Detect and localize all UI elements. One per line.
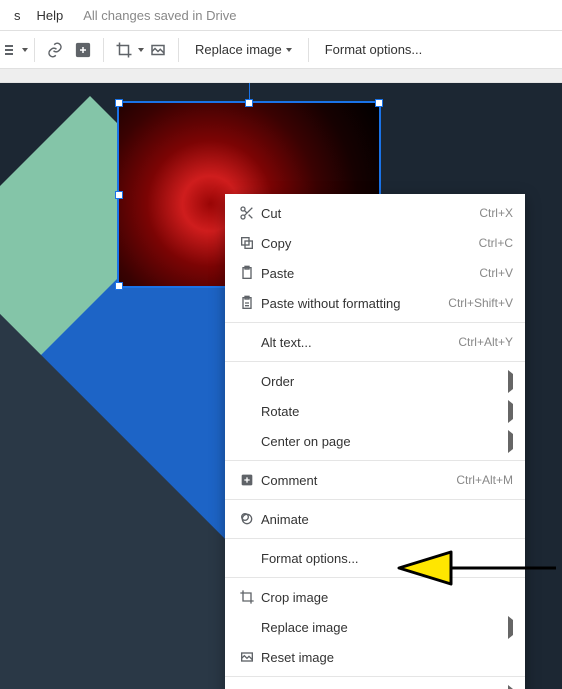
crop-icon [233, 589, 261, 605]
menu-item-partial[interactable]: s [6, 8, 29, 23]
ctx-divider [225, 676, 525, 677]
crop-icon[interactable] [110, 36, 138, 64]
ctx-label: Animate [261, 512, 513, 527]
ctx-paste[interactable]: Paste Ctrl+V [225, 258, 525, 288]
ctx-animate[interactable]: Animate [225, 504, 525, 534]
ctx-label: Reset image [261, 650, 513, 665]
ctx-divider [225, 322, 525, 323]
ctx-cut[interactable]: Cut Ctrl+X [225, 198, 525, 228]
ctx-shortcut: Ctrl+X [479, 206, 513, 220]
ctx-crop-image[interactable]: Crop image [225, 582, 525, 612]
chevron-down-icon [22, 48, 28, 52]
ctx-label: Cut [261, 206, 479, 221]
ctx-paste-without-formatting[interactable]: Paste without formatting Ctrl+Shift+V [225, 288, 525, 318]
menu-help[interactable]: Help [29, 8, 72, 23]
comment-add-icon [233, 472, 261, 488]
ctx-rotate[interactable]: Rotate [225, 396, 525, 426]
toolbar-separator [103, 38, 104, 62]
ctx-shortcut: Ctrl+C [479, 236, 513, 250]
resize-handle-mt[interactable] [245, 99, 253, 107]
resize-handle-bl[interactable] [115, 282, 123, 290]
ctx-label: Alt text... [261, 335, 458, 350]
submenu-arrow-icon [508, 404, 513, 419]
submenu-arrow-icon [508, 374, 513, 389]
animate-icon [233, 511, 261, 527]
ctx-label: Comment [261, 473, 456, 488]
ctx-alt-text[interactable]: Alt text... Ctrl+Alt+Y [225, 327, 525, 357]
comment-add-icon[interactable] [69, 36, 97, 64]
ctx-divider [225, 361, 525, 362]
format-options-button[interactable]: Format options... [315, 42, 433, 57]
ctx-label: Order [261, 374, 508, 389]
ruler-strip [0, 69, 562, 83]
ctx-comment[interactable]: Comment Ctrl+Alt+M [225, 465, 525, 495]
menubar: s Help All changes saved in Drive [0, 0, 562, 30]
scissors-icon [233, 205, 261, 221]
format-options-label: Format options... [325, 42, 423, 57]
toolbar-separator [308, 38, 309, 62]
submenu-arrow-icon [508, 434, 513, 449]
ctx-reset-image[interactable]: Reset image [225, 642, 525, 672]
ctx-divider [225, 577, 525, 578]
ctx-center-on-page[interactable]: Center on page [225, 426, 525, 456]
clipboard-icon [233, 265, 261, 281]
ctx-label: Replace image [261, 620, 508, 635]
ctx-divider [225, 538, 525, 539]
ctx-divider [225, 499, 525, 500]
ctx-shortcut: Ctrl+Shift+V [448, 296, 513, 310]
ctx-shortcut: Ctrl+Alt+M [456, 473, 513, 487]
ctx-label: Rotate [261, 404, 508, 419]
resize-handle-tl[interactable] [115, 99, 123, 107]
ctx-shortcut: Ctrl+Alt+Y [458, 335, 513, 349]
resize-handle-ml[interactable] [115, 191, 123, 199]
ctx-label: Crop image [261, 590, 513, 605]
save-status: All changes saved in Drive [71, 8, 236, 23]
ctx-divider [225, 460, 525, 461]
clipboard-plain-icon [233, 295, 261, 311]
ctx-label: Paste [261, 266, 479, 281]
reset-image-icon [233, 649, 261, 665]
ctx-format-options[interactable]: Format options... [225, 543, 525, 573]
submenu-arrow-icon [508, 620, 513, 635]
slide-canvas[interactable]: Cut Ctrl+X Copy Ctrl+C Paste Ctrl+V Past… [0, 83, 562, 689]
ctx-label: Center on page [261, 434, 508, 449]
copy-icon [233, 235, 261, 251]
ctx-shortcut: Ctrl+V [479, 266, 513, 280]
replace-image-button[interactable]: Replace image [185, 42, 302, 57]
toolbar-separator [178, 38, 179, 62]
resize-handle-tr[interactable] [375, 99, 383, 107]
link-icon[interactable] [41, 36, 69, 64]
ctx-replace-image[interactable]: Replace image [225, 612, 525, 642]
replace-image-label: Replace image [195, 42, 282, 57]
ctx-label: Paste without formatting [261, 296, 448, 311]
ctx-add-to-theme[interactable]: Add to theme [225, 681, 525, 689]
ctx-label: Format options... [261, 551, 513, 566]
toolbar-separator [34, 38, 35, 62]
ctx-order[interactable]: Order [225, 366, 525, 396]
toolbar: Replace image Format options... [0, 30, 562, 69]
chevron-down-icon [286, 48, 292, 52]
context-menu: Cut Ctrl+X Copy Ctrl+C Paste Ctrl+V Past… [225, 194, 525, 689]
reset-image-icon[interactable] [144, 36, 172, 64]
rotation-line [249, 83, 250, 99]
ctx-label: Copy [261, 236, 479, 251]
toolbar-overflow-icon[interactable] [0, 43, 22, 57]
ctx-copy[interactable]: Copy Ctrl+C [225, 228, 525, 258]
